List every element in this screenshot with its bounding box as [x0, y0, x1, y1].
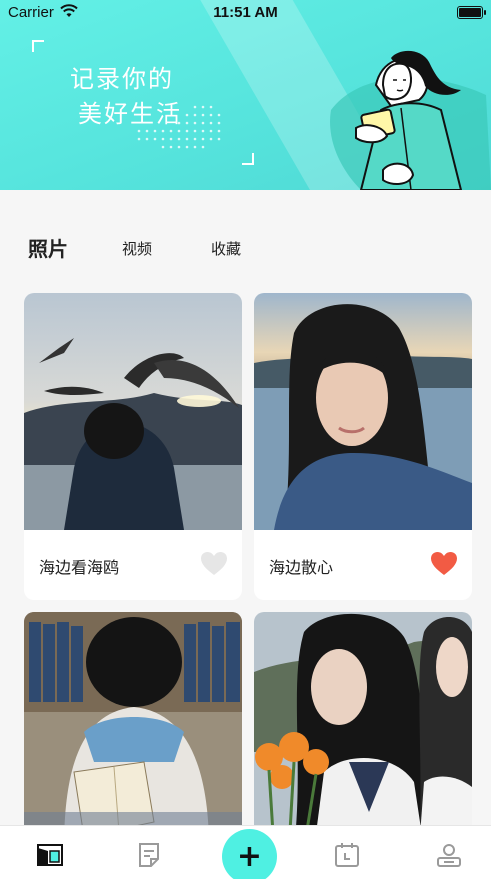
slogan-line-1: 记录你的 — [70, 65, 174, 93]
tab-videos[interactable]: 视频 — [122, 238, 152, 259]
card-title: 海边看海鸥 — [39, 558, 120, 577]
battery-icon — [457, 6, 486, 19]
status-time: 11:51 AM — [213, 4, 278, 21]
add-button[interactable]: + — [222, 829, 277, 879]
card-title: 海边散心 — [269, 558, 334, 577]
header-banner: 记录你的 美好生活 — [0, 0, 491, 190]
note-icon[interactable] — [136, 842, 162, 868]
photo-reading[interactable] — [24, 612, 242, 849]
category-tabs: 照片 视频 收藏 — [0, 190, 491, 290]
photo-card[interactable]: 海边散心 — [254, 293, 472, 600]
card-footer: 海边散心 — [254, 530, 472, 600]
corner-bracket-bottom-right — [242, 153, 254, 165]
album-icon[interactable] — [36, 842, 64, 868]
corner-bracket-top-left — [32, 40, 44, 52]
card-footer: 海边看海鸥 — [24, 530, 242, 600]
photo-seagulls[interactable] — [24, 293, 242, 530]
photo-two-girls-flowers[interactable] — [254, 612, 472, 849]
heart-icon[interactable] — [200, 551, 228, 577]
tab-favorites[interactable]: 收藏 — [211, 238, 241, 259]
content-panel: 照片 视频 收藏 海边看海鸥 海边散心 — [0, 190, 491, 879]
profile-icon[interactable] — [436, 842, 462, 868]
photo-card[interactable]: 海边看海鸥 — [24, 293, 242, 600]
calendar-icon[interactable] — [334, 842, 360, 868]
tab-photos[interactable]: 照片 — [28, 233, 68, 262]
status-bar: Carrier 11:51 AM — [0, 0, 491, 26]
add-icon: + — [236, 839, 263, 874]
photo-seaside-portrait[interactable] — [254, 293, 472, 530]
dot-pattern — [137, 105, 221, 149]
bottom-navigation: + — [0, 825, 491, 879]
heart-icon[interactable] — [430, 551, 458, 577]
woman-reading-illustration — [330, 50, 491, 190]
